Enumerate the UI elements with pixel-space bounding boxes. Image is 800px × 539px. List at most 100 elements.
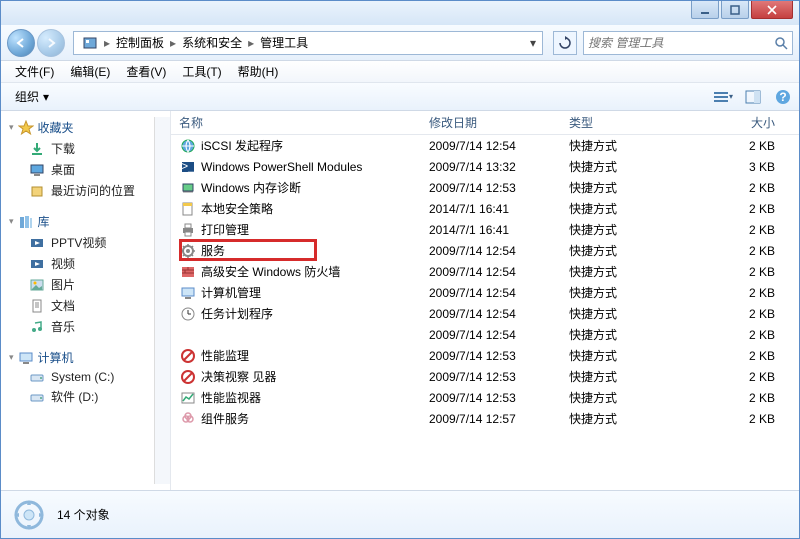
file-size: 2 KB xyxy=(681,349,799,363)
help-button[interactable]: ? xyxy=(773,87,793,107)
collapse-icon: ▾ xyxy=(9,352,14,363)
file-date: 2009/7/14 12:53 xyxy=(421,181,561,195)
sidebar-item[interactable]: 软件 (D:) xyxy=(1,386,154,407)
breadcrumb-item[interactable]: 系统和安全 xyxy=(178,34,246,51)
sidebar-heading-computer[interactable]: ▾ 计算机 xyxy=(1,347,154,368)
file-size: 2 KB xyxy=(681,370,799,384)
file-size: 2 KB xyxy=(681,223,799,237)
chevron-right-icon[interactable]: ▸ xyxy=(168,36,178,50)
file-row[interactable]: 决策视察 见器2009/7/14 12:53快捷方式2 KB xyxy=(171,366,799,387)
globe-icon xyxy=(179,138,197,154)
sidebar-item[interactable]: 最近访问的位置 xyxy=(1,180,154,201)
sidebar-item[interactable]: System (C:) xyxy=(1,368,154,386)
explorer-window: ▸ 控制面板 ▸ 系统和安全 ▸ 管理工具 ▾ 文件(F) 编辑(E) 查看(V… xyxy=(0,0,800,539)
sidebar-group-favorites: ▾ 收藏夹 下载桌面最近访问的位置 xyxy=(1,117,154,201)
sidebar-item[interactable]: 视频 xyxy=(1,253,154,274)
file-row[interactable]: 2009/7/14 12:54快捷方式2 KB xyxy=(171,324,799,345)
file-row[interactable]: 性能监视器2009/7/14 12:53快捷方式2 KB xyxy=(171,387,799,408)
file-row[interactable]: 本地安全策略2014/7/1 16:41快捷方式2 KB xyxy=(171,198,799,219)
file-row[interactable]: 服务2009/7/14 12:54快捷方式2 KB xyxy=(171,240,799,261)
address-dropdown-icon[interactable]: ▾ xyxy=(528,36,538,50)
chevron-right-icon[interactable]: ▸ xyxy=(102,36,112,50)
file-row[interactable]: 计算机管理2009/7/14 12:54快捷方式2 KB xyxy=(171,282,799,303)
sidebar-group-libraries: ▾ 库 PPTV视频视频图片文档音乐 xyxy=(1,211,154,337)
breadcrumb-item[interactable]: 控制面板 xyxy=(112,34,168,51)
sidebar-item-label: PPTV视频 xyxy=(51,234,106,251)
file-date: 2009/7/14 12:54 xyxy=(421,286,561,300)
firewall-icon xyxy=(179,264,197,280)
sidebar-item-label: 软件 (D:) xyxy=(51,388,98,405)
file-date: 2009/7/14 13:32 xyxy=(421,160,561,174)
star-icon xyxy=(18,120,34,136)
svg-text:?: ? xyxy=(779,90,786,104)
video-icon xyxy=(29,257,45,271)
sidebar-label: 库 xyxy=(38,213,50,230)
navbar: ▸ 控制面板 ▸ 系统和安全 ▸ 管理工具 ▾ xyxy=(1,25,799,61)
file-date: 2009/7/14 12:53 xyxy=(421,391,561,405)
file-row[interactable]: 组件服务2009/7/14 12:57快捷方式2 KB xyxy=(171,408,799,429)
documents-icon xyxy=(29,299,45,313)
sidebar-scrollbar[interactable] xyxy=(154,117,170,484)
file-date: 2009/7/14 12:54 xyxy=(421,139,561,153)
file-date: 2009/7/14 12:57 xyxy=(421,412,561,426)
column-header-date[interactable]: 修改日期 xyxy=(421,114,561,131)
sidebar-item[interactable]: 音乐 xyxy=(1,316,154,337)
file-type: 快捷方式 xyxy=(561,389,681,406)
file-row[interactable]: Windows 内存诊断2009/7/14 12:53快捷方式2 KB xyxy=(171,177,799,198)
minimize-button[interactable] xyxy=(691,1,719,19)
breadcrumb-root-icon[interactable] xyxy=(78,35,102,51)
menu-help[interactable]: 帮助(H) xyxy=(230,63,287,80)
sidebar-item-label: 最近访问的位置 xyxy=(51,182,135,199)
file-date: 2009/7/14 12:53 xyxy=(421,370,561,384)
back-button[interactable] xyxy=(7,29,35,57)
organize-button[interactable]: 组织 ▾ xyxy=(7,86,57,107)
menu-file[interactable]: 文件(F) xyxy=(7,63,62,80)
file-row[interactable]: >_Windows PowerShell Modules2009/7/14 13… xyxy=(171,156,799,177)
search-icon[interactable] xyxy=(774,36,788,50)
sidebar-heading-favorites[interactable]: ▾ 收藏夹 xyxy=(1,117,154,138)
list-header: 名称 修改日期 类型 大小 xyxy=(171,111,799,135)
file-type: 快捷方式 xyxy=(561,200,681,217)
maximize-button[interactable] xyxy=(721,1,749,19)
task-icon xyxy=(179,306,197,322)
file-date: 2009/7/14 12:54 xyxy=(421,244,561,258)
file-row[interactable]: 打印管理2014/7/1 16:41快捷方式2 KB xyxy=(171,219,799,240)
breadcrumb-item[interactable]: 管理工具 xyxy=(256,34,312,51)
sidebar-item[interactable]: 下载 xyxy=(1,138,154,159)
menu-view[interactable]: 查看(V) xyxy=(118,63,174,80)
chevron-right-icon[interactable]: ▸ xyxy=(246,36,256,50)
forward-button[interactable] xyxy=(37,29,65,57)
file-size: 2 KB xyxy=(681,202,799,216)
column-header-size[interactable]: 大小 xyxy=(681,114,799,131)
menu-edit[interactable]: 编辑(E) xyxy=(62,63,118,80)
mem-icon xyxy=(179,180,197,196)
sidebar-item[interactable]: 文档 xyxy=(1,295,154,316)
sidebar-item-label: 桌面 xyxy=(51,161,75,178)
file-type: 快捷方式 xyxy=(561,158,681,175)
sidebar-item[interactable]: 桌面 xyxy=(1,159,154,180)
search-box[interactable] xyxy=(583,31,793,55)
address-bar[interactable]: ▸ 控制面板 ▸ 系统和安全 ▸ 管理工具 ▾ xyxy=(73,31,543,55)
file-name: Windows PowerShell Modules xyxy=(201,160,413,174)
organize-label: 组织 xyxy=(15,88,39,105)
collapse-icon: ▾ xyxy=(9,216,14,227)
column-header-name[interactable]: 名称 xyxy=(171,114,421,131)
sidebar-item[interactable]: 图片 xyxy=(1,274,154,295)
file-row[interactable]: 性能监理2009/7/14 12:53快捷方式2 KB xyxy=(171,345,799,366)
sidebar-item[interactable]: PPTV视频 xyxy=(1,232,154,253)
sidebar-label: 计算机 xyxy=(38,349,74,366)
content-area: ▾ 收藏夹 下载桌面最近访问的位置 ▾ 库 PPTV视频视频图片文档音乐 xyxy=(1,111,799,490)
preview-pane-button[interactable] xyxy=(743,87,763,107)
menu-tools[interactable]: 工具(T) xyxy=(174,63,229,80)
close-button[interactable] xyxy=(751,1,793,19)
file-row[interactable]: iSCSI 发起程序2009/7/14 12:54快捷方式2 KB xyxy=(171,135,799,156)
gear-icon xyxy=(179,243,197,259)
sidebar-heading-libraries[interactable]: ▾ 库 xyxy=(1,211,154,232)
column-header-type[interactable]: 类型 xyxy=(561,114,681,131)
file-row[interactable]: 高级安全 Windows 防火墙2009/7/14 12:54快捷方式2 KB xyxy=(171,261,799,282)
file-row[interactable]: 任务计划程序2009/7/14 12:54快捷方式2 KB xyxy=(171,303,799,324)
file-list: iSCSI 发起程序2009/7/14 12:54快捷方式2 KB>_Windo… xyxy=(171,135,799,490)
search-input[interactable] xyxy=(588,36,774,50)
refresh-button[interactable] xyxy=(553,31,577,55)
view-mode-button[interactable]: ▾ xyxy=(713,87,733,107)
